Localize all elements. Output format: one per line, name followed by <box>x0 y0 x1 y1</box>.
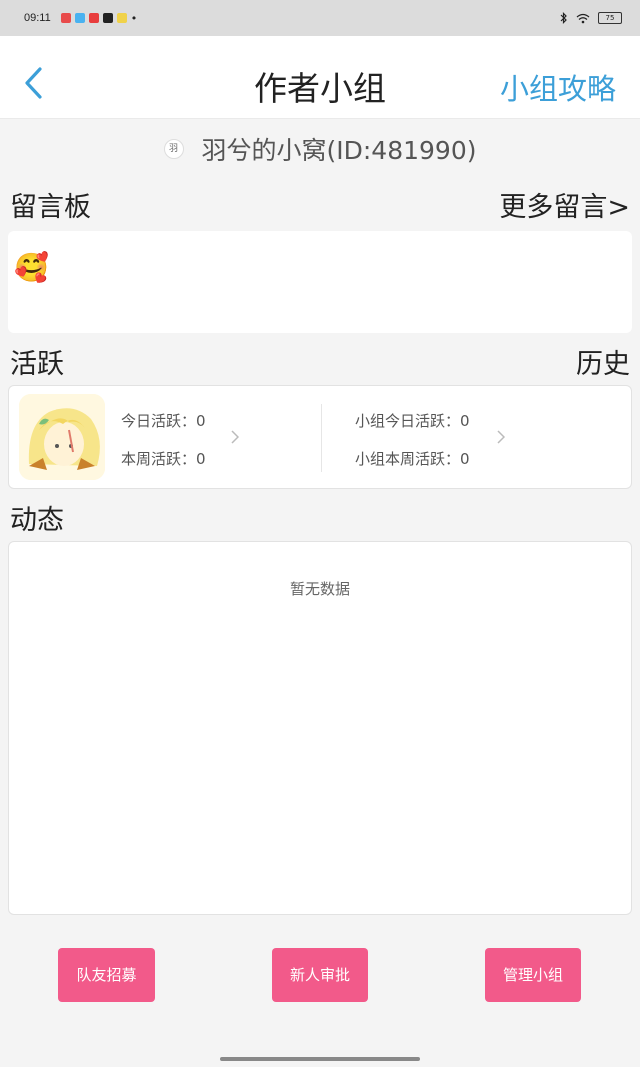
group-avatar: 羽 <box>163 139 184 159</box>
app-icon <box>74 13 85 23</box>
manage-group-button[interactable]: 管理小组 <box>485 948 581 1002</box>
divider <box>321 404 322 472</box>
battery-icon: 75 <box>598 12 622 24</box>
bluetooth-icon <box>560 12 567 24</box>
app-icon <box>60 13 71 23</box>
message-board-title: 留言板 <box>10 192 91 223</box>
recruit-button[interactable]: 队友招募 <box>58 948 155 1002</box>
status-bar: 09:11 • 75 <box>0 0 640 36</box>
chevron-right-icon[interactable] <box>231 430 239 444</box>
approve-button[interactable]: 新人审批 <box>272 948 368 1002</box>
group-week-active: 小组本周活跃：0 <box>355 450 470 468</box>
empty-state-text: 暂无数据 <box>289 580 350 598</box>
more-dot: • <box>130 11 138 25</box>
user-avatar <box>19 394 105 480</box>
app-icon <box>116 13 127 23</box>
activity-title: 活跃 <box>10 349 64 380</box>
week-active: 本周活跃：0 <box>121 450 206 468</box>
group-name: 羽兮的小窝(ID:481990) <box>201 136 477 165</box>
group-info: 羽 羽兮的小窝(ID:481990) <box>0 130 640 168</box>
activity-card: 今日活跃：0 本周活跃：0 小组今日活跃：0 小组本周活跃：0 <box>8 385 632 489</box>
feed-title: 动态 <box>10 505 64 536</box>
status-time: 09:11 <box>24 12 51 24</box>
notification-icons: • <box>60 11 138 25</box>
chevron-right-icon[interactable] <box>497 430 505 444</box>
more-messages-link[interactable]: 更多留言> <box>499 185 630 224</box>
status-right: 75 <box>560 0 622 36</box>
app-icon <box>102 13 113 23</box>
message-emoji: 🥰 <box>14 251 49 284</box>
anime-avatar-icon <box>19 394 105 480</box>
app-icon <box>88 13 99 23</box>
today-active: 今日活跃：0 <box>121 412 206 430</box>
top-navbar: 作者小组 小组攻略 <box>0 36 640 119</box>
home-indicator[interactable] <box>220 1057 420 1061</box>
history-link[interactable]: 历史 <box>576 342 630 381</box>
group-guide-link[interactable]: 小组攻略 <box>500 66 616 108</box>
wifi-icon <box>576 13 590 23</box>
group-today-active: 小组今日活跃：0 <box>355 412 470 430</box>
message-board-card[interactable]: 🥰 <box>8 231 632 333</box>
feed-card: 暂无数据 <box>8 541 632 915</box>
